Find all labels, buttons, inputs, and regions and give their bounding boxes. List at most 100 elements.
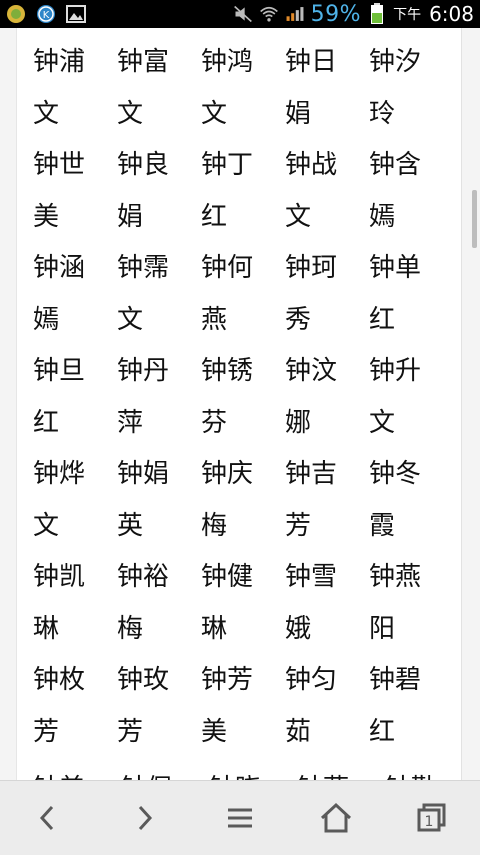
name-cell: 钟霈	[117, 253, 170, 284]
name-cell: 萍	[117, 407, 144, 438]
name-cell: 钟凯	[33, 562, 86, 593]
back-icon	[39, 805, 54, 831]
name-cell: 钟烨	[33, 459, 86, 490]
name-cell: 芳	[33, 716, 60, 747]
name-cell: 梅	[201, 510, 228, 541]
name-cell: 梅	[117, 613, 144, 644]
names-row: 钟涵 钟霈 钟何 钟珂 钟单	[33, 240, 453, 292]
clock-time: 6:08	[429, 2, 474, 26]
page-margin-left	[0, 28, 17, 780]
svg-text:K: K	[43, 10, 50, 21]
forward-icon	[138, 805, 153, 831]
names-row: 钟烨 钟娟 钟庆 钟吉 钟冬	[33, 446, 453, 498]
scrollbar-thumb[interactable]	[472, 190, 477, 248]
name-cell: 钟芳	[201, 665, 254, 696]
name-cell: 美	[33, 201, 60, 232]
name-cell: 娥	[285, 613, 312, 644]
tabs-icon: 1	[417, 803, 446, 832]
name-cell: 钟枚	[33, 665, 86, 696]
name-cell: 钟美	[33, 768, 121, 780]
name-cell: 钟珂	[285, 253, 338, 284]
name-cell: 钟健	[201, 562, 254, 593]
names-row: 钟世 钟良 钟丁 钟战 钟含	[33, 137, 453, 189]
name-cell: 钟娟	[117, 459, 170, 490]
name-cell: 红	[33, 407, 60, 438]
name-cell: 钟燕	[369, 562, 422, 593]
name-cell: 娟	[285, 98, 312, 129]
forward-button[interactable]	[114, 788, 174, 848]
name-cell: 芳	[285, 510, 312, 541]
name-cell: 钟碧	[369, 665, 422, 696]
name-cell: 秀	[285, 304, 312, 335]
names-row: 美娟红文嫣	[33, 189, 453, 241]
name-cell: 钟汶	[285, 356, 338, 387]
name-cell: 钟佩	[121, 768, 209, 780]
name-cell: 文	[33, 510, 60, 541]
name-cell: 钟庆	[201, 459, 254, 490]
name-cell: 钟丹	[117, 356, 170, 387]
name-cell: 燕	[201, 304, 228, 335]
name-cell: 钟雪	[285, 562, 338, 593]
name-cell: 钟晓	[209, 768, 297, 780]
clock-period: 下午	[393, 7, 422, 23]
partial-names-row: 钟美钟佩钟晓钟燕钟勤	[33, 768, 473, 780]
name-cell: 钟燕	[297, 768, 385, 780]
name-cell: 美	[201, 716, 228, 747]
name-cell: 钟浦	[33, 47, 86, 78]
name-cell: 英	[117, 510, 144, 541]
name-cell: 文	[201, 98, 228, 129]
names-grid: 钟浦 钟富 钟鸿 钟日 钟汐文文文娟玲钟世 钟良 钟丁 钟战 钟含美娟红文嫣钟涵 钟霈 钟何 钟珂 钟单…	[33, 34, 453, 755]
back-button[interactable]	[18, 788, 78, 848]
name-cell: 娟	[117, 201, 144, 232]
name-cell: 嫣	[33, 304, 60, 335]
name-cell: 霞	[369, 510, 396, 541]
names-row: 嫣文燕秀红	[33, 292, 453, 344]
names-row: 芳芳美茹红	[33, 704, 453, 756]
name-cell: 钟裕	[117, 562, 170, 593]
name-cell: 娜	[285, 407, 312, 438]
names-row: 琳梅琳娥阳	[33, 601, 453, 653]
tab-count: 1	[425, 814, 434, 830]
home-button[interactable]	[306, 788, 366, 848]
name-cell: 钟何	[201, 253, 254, 284]
name-cell: 钟富	[117, 47, 170, 78]
name-cell: 钟日	[285, 47, 338, 78]
name-cell: 玲	[369, 98, 396, 129]
name-cell: 钟玫	[117, 665, 170, 696]
page-content[interactable]: 钟浦 钟富 钟鸿 钟日 钟汐文文文娟玲钟世 钟良 钟丁 钟战 钟含美娟红文嫣钟涵 钟霈 钟何 钟珂 钟单…	[0, 28, 480, 780]
page-margin-right	[461, 28, 480, 780]
name-cell: 琳	[201, 613, 228, 644]
wifi-icon	[259, 4, 279, 24]
names-row: 钟旦 钟丹 钟锈 钟汶 钟升	[33, 343, 453, 395]
name-cell: 文	[285, 201, 312, 232]
name-cell: 钟战	[285, 150, 338, 181]
name-cell: 红	[201, 201, 228, 232]
name-cell: 钟含	[369, 150, 422, 181]
name-cell: 钟匀	[285, 665, 338, 696]
k-app-icon: K	[36, 4, 56, 24]
name-cell: 钟良	[117, 150, 170, 181]
signal-icon	[285, 4, 305, 24]
name-cell: 红	[369, 716, 396, 747]
names-row: 文英梅芳霞	[33, 498, 453, 550]
name-cell: 钟世	[33, 150, 86, 181]
menu-button[interactable]	[210, 788, 270, 848]
name-cell: 芳	[117, 716, 144, 747]
name-cell: 钟吉	[285, 459, 338, 490]
names-row: 钟枚 钟玫 钟芳 钟匀 钟碧	[33, 652, 453, 704]
name-cell: 钟锈	[201, 356, 254, 387]
image-icon	[66, 4, 86, 24]
name-cell: 钟升	[369, 356, 422, 387]
name-cell: 文	[117, 98, 144, 129]
name-cell: 嫣	[369, 201, 396, 232]
name-cell: 钟鸿	[201, 47, 254, 78]
status-bar: K 59% 下午 6:08	[0, 0, 480, 28]
name-cell: 琳	[33, 613, 60, 644]
name-cell: 钟单	[369, 253, 422, 284]
tabs-button[interactable]: 1	[402, 788, 462, 848]
browser-toolbar: 1	[0, 780, 480, 855]
name-cell: 钟冬	[369, 459, 422, 490]
names-row: 钟浦 钟富 钟鸿 钟日 钟汐	[33, 34, 453, 86]
name-cell: 文	[117, 304, 144, 335]
name-cell: 阳	[369, 613, 396, 644]
